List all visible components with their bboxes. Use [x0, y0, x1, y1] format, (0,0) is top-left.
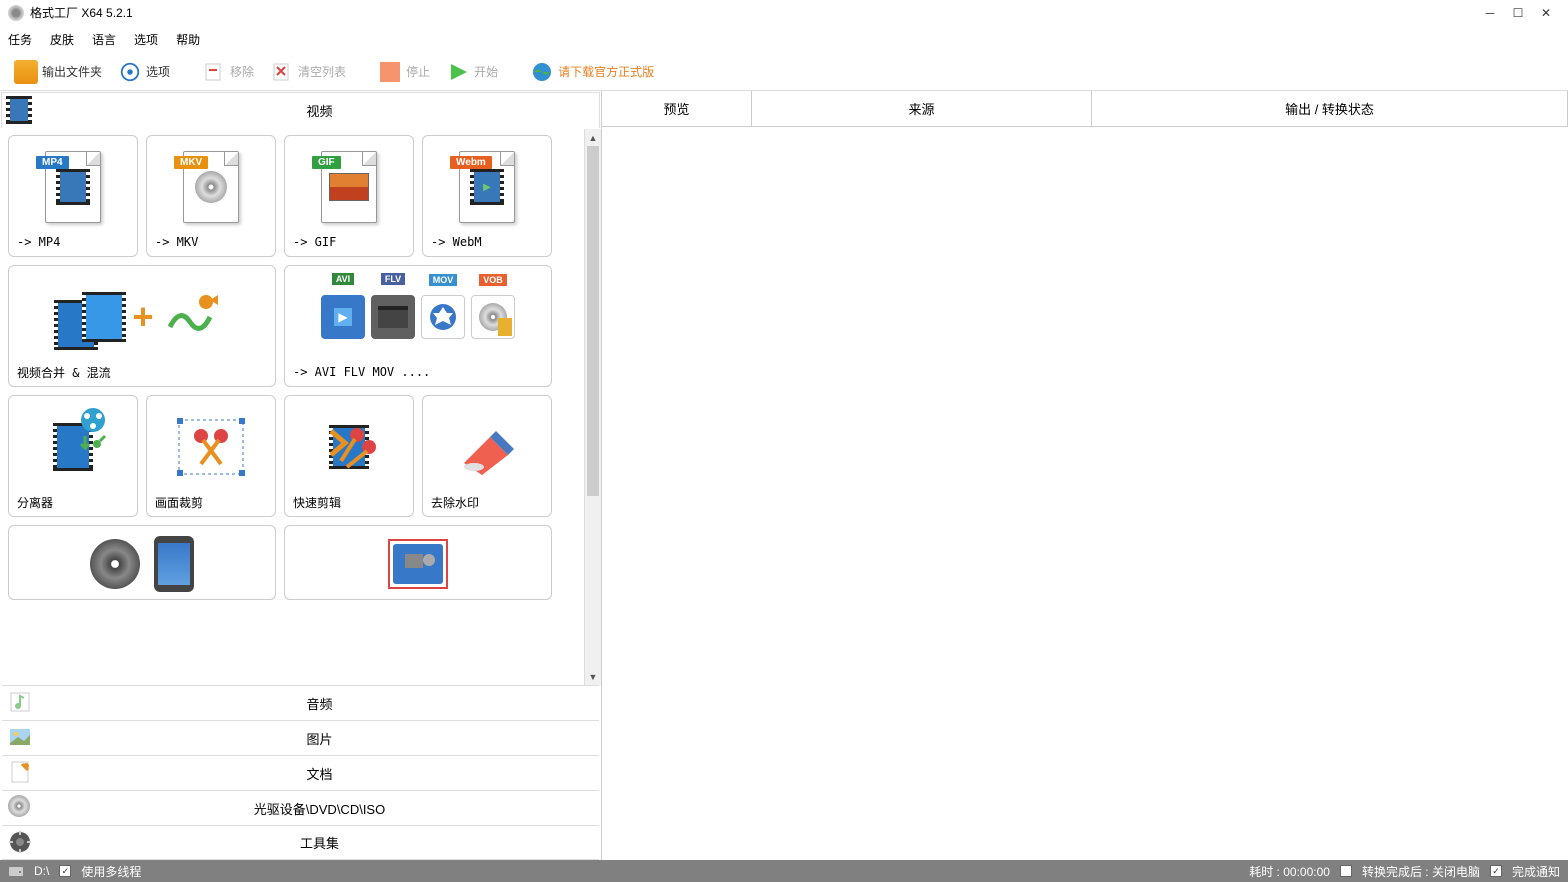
drive-path[interactable]: D:\	[34, 864, 49, 878]
tile-avi-flv-mov[interactable]: AVI▶ FLV MOV VOB -> AVI FLV MOV ....	[284, 265, 552, 387]
toolbar: 输出文件夹 选项 移除 清空列表 停止 开始 请下载官方正式版	[0, 53, 1568, 91]
gear-icon	[118, 60, 142, 84]
vertical-scrollbar[interactable]: ▲ ▼	[584, 129, 601, 685]
col-preview[interactable]: 预览	[602, 91, 752, 126]
download-link[interactable]: 请下载官方正式版	[524, 58, 660, 86]
category-audio[interactable]: 音频	[2, 685, 599, 720]
category-document[interactable]: 文档	[2, 755, 599, 790]
minimize-button[interactable]: ─	[1476, 3, 1504, 23]
tile-splitter[interactable]: 分离器	[8, 395, 138, 517]
col-output[interactable]: 输出 / 转换状态	[1092, 91, 1568, 126]
clear-list-button[interactable]: 清空列表	[264, 58, 352, 86]
shutdown-checkbox[interactable]	[1340, 865, 1352, 877]
tools-icon	[8, 830, 34, 856]
clear-icon	[270, 60, 294, 84]
main-content: 视频 MP4 -> MP4 MKV -> MKV GIF -> GIF	[0, 91, 1568, 860]
notify-label: 完成通知	[1512, 863, 1560, 880]
options-button[interactable]: 选项	[112, 58, 176, 86]
crop-icon	[171, 412, 251, 482]
menu-skin[interactable]: 皮肤	[50, 31, 74, 48]
stop-button[interactable]: 停止	[372, 58, 436, 86]
tile-webm[interactable]: Webm▶ -> WebM	[422, 135, 552, 257]
music-notes-icon	[160, 287, 230, 347]
drive-icon	[8, 864, 24, 878]
splitter-icon	[71, 406, 115, 450]
menu-option[interactable]: 选项	[134, 31, 158, 48]
plus-icon: +	[132, 296, 153, 338]
folder-icon	[14, 60, 38, 84]
after-action[interactable]: 关闭电脑	[1432, 865, 1480, 879]
tile-quickcut[interactable]: 快速剪辑	[284, 395, 414, 517]
column-headers: 预览 来源 输出 / 转换状态	[602, 91, 1568, 127]
cut-icon	[319, 417, 379, 477]
tile-mp4[interactable]: MP4 -> MP4	[8, 135, 138, 257]
notify-checkbox[interactable]: ✓	[1490, 865, 1502, 877]
tile-mkv[interactable]: MKV -> MKV	[146, 135, 276, 257]
video-tiles-grid: MP4 -> MP4 MKV -> MKV GIF -> GIF Webm▶ -…	[0, 129, 584, 685]
col-source[interactable]: 来源	[752, 91, 1092, 126]
video-section-icon	[6, 96, 36, 126]
tile-gif[interactable]: GIF -> GIF	[284, 135, 414, 257]
remove-button[interactable]: 移除	[196, 58, 260, 86]
section-video-header[interactable]: 视频	[1, 92, 600, 128]
right-panel: 预览 来源 输出 / 转换状态	[602, 91, 1568, 860]
camera-icon	[383, 536, 453, 591]
statusbar: D:\ ✓ 使用多线程 耗时 : 00:00:00 转换完成后 : 关闭电脑 ✓…	[0, 860, 1568, 882]
tile-watermark[interactable]: 去除水印	[422, 395, 552, 517]
multithread-checkbox[interactable]: ✓	[59, 865, 71, 877]
remove-icon	[202, 60, 226, 84]
menu-help[interactable]: 帮助	[176, 31, 200, 48]
tile-record[interactable]	[284, 525, 552, 600]
scroll-down-icon[interactable]: ▼	[585, 668, 601, 685]
stop-icon	[378, 60, 402, 84]
menu-task[interactable]: 任务	[8, 31, 32, 48]
start-button[interactable]: 开始	[440, 58, 504, 86]
maximize-button[interactable]: ☐	[1504, 3, 1532, 23]
output-folder-button[interactable]: 输出文件夹	[8, 58, 108, 86]
close-button[interactable]: ✕	[1532, 3, 1560, 23]
audio-icon	[8, 690, 34, 716]
left-panel: 视频 MP4 -> MP4 MKV -> MKV GIF -> GIF	[0, 91, 602, 860]
image-icon	[8, 725, 34, 751]
task-list-area	[602, 127, 1568, 860]
menubar: 任务 皮肤 语言 选项 帮助	[0, 25, 1568, 53]
scroll-up-icon[interactable]: ▲	[585, 129, 601, 146]
tile-crop[interactable]: 画面裁剪	[146, 395, 276, 517]
eraser-icon	[452, 417, 522, 477]
tile-disc-phone[interactable]	[8, 525, 276, 600]
elapsed-time: 00:00:00	[1283, 865, 1330, 879]
category-image[interactable]: 图片	[2, 720, 599, 755]
titlebar: 格式工厂 X64 5.2.1 ─ ☐ ✕	[0, 0, 1568, 25]
category-disc[interactable]: 光驱设备\DVD\CD\ISO	[2, 790, 599, 825]
globe-icon	[530, 60, 554, 84]
tile-merge[interactable]: + 视频合并 & 混流	[8, 265, 276, 387]
app-logo-icon	[8, 5, 24, 21]
play-icon	[446, 60, 470, 84]
category-tools[interactable]: 工具集	[2, 825, 599, 860]
scroll-thumb[interactable]	[587, 146, 599, 496]
window-title: 格式工厂 X64 5.2.1	[30, 4, 1476, 21]
menu-language[interactable]: 语言	[92, 31, 116, 48]
disc-icon	[8, 795, 34, 821]
multithread-label: 使用多线程	[81, 863, 141, 880]
document-icon	[8, 760, 34, 786]
